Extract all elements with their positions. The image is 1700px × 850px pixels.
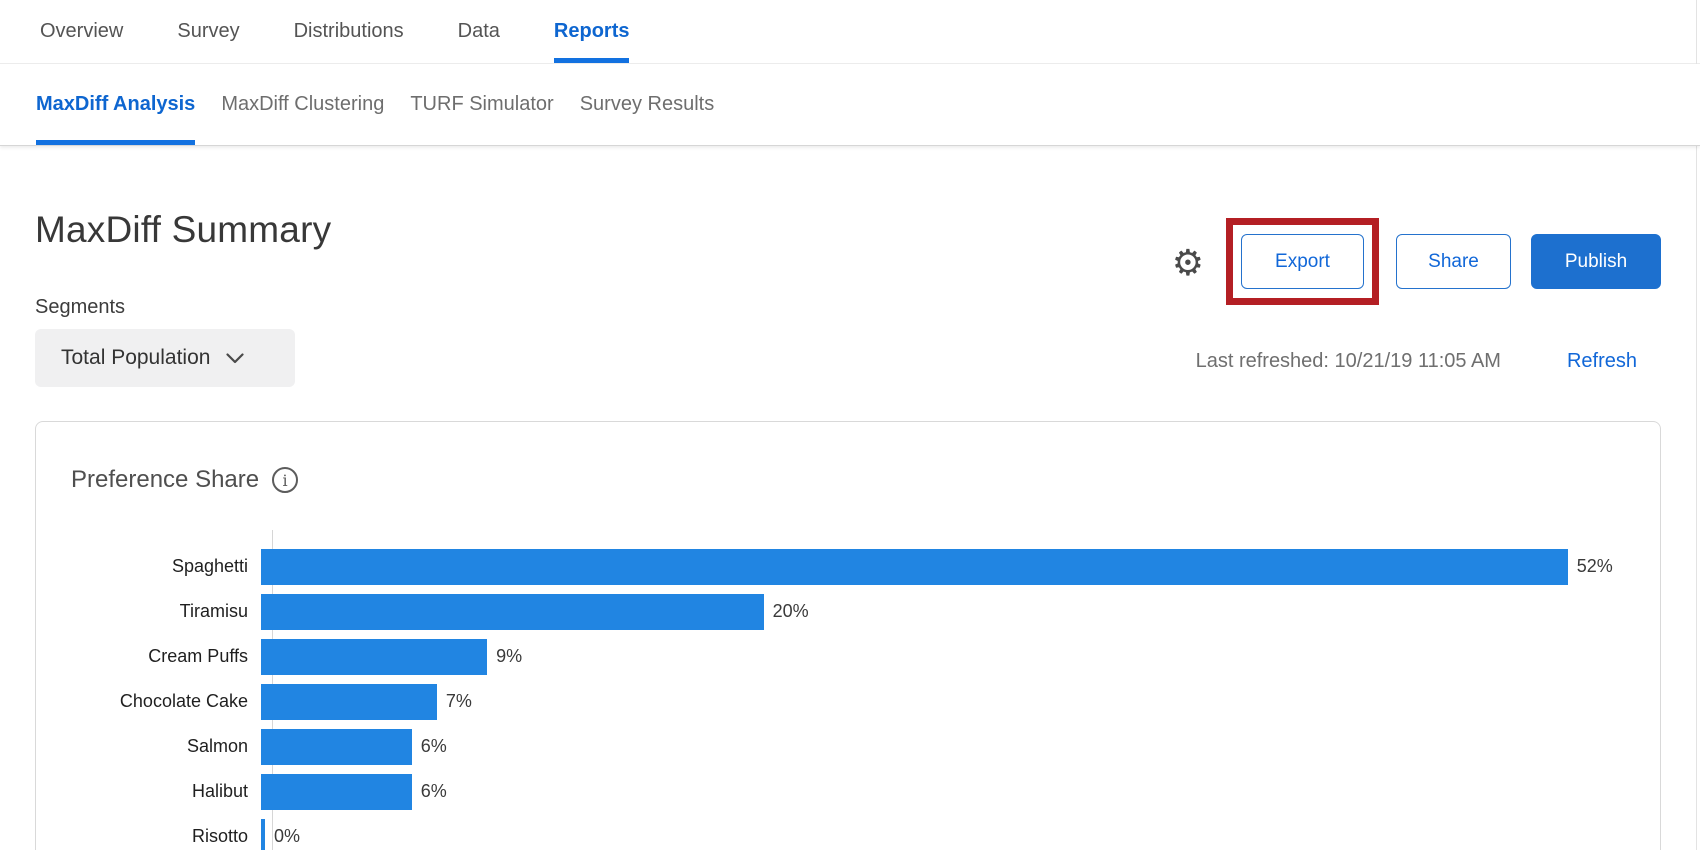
bar-value-label: 7% — [445, 691, 472, 711]
segments-dropdown[interactable]: Total Population — [35, 329, 295, 387]
bar — [261, 773, 412, 810]
bar — [261, 548, 1568, 585]
reports-sub-nav: MaxDiff Analysis MaxDiff Clustering TURF… — [0, 64, 1700, 146]
tab-survey[interactable]: Survey — [177, 0, 239, 63]
card-title: Preference Share — [71, 466, 260, 493]
chevron-down-icon — [226, 352, 245, 363]
chart-row: Chocolate Cake 7% — [71, 679, 1660, 724]
chart-row: Spaghetti 52% — [71, 544, 1660, 589]
segments-block: Segments Total Population — [35, 252, 295, 387]
bar-chart-rows: Spaghetti 52% Tiramisu 20% Cream Puffs 9… — [71, 544, 1660, 850]
settings-gear-icon[interactable]: ⚙ — [1172, 244, 1204, 281]
bar-category-label: Risotto — [191, 826, 248, 846]
refresh-link[interactable]: Refresh — [1567, 350, 1637, 373]
tab-overview[interactable]: Overview — [40, 0, 123, 63]
bar — [261, 818, 265, 850]
report-content: MaxDiff Summary ⚙ Export Share Publish S… — [0, 208, 1700, 850]
card-title-row: Preference Share i — [71, 466, 1660, 494]
tab-reports[interactable]: Reports — [553, 0, 630, 63]
chart-row: Risotto 0% — [71, 814, 1660, 850]
bar-category-label: Spaghetti — [171, 556, 248, 576]
chart-row: Tiramisu 20% — [71, 589, 1660, 634]
bar — [261, 593, 764, 630]
subtab-maxdiff-clustering[interactable]: MaxDiff Clustering — [221, 64, 384, 145]
bar-value-label: 9% — [496, 646, 523, 666]
bar-value-label: 0% — [274, 826, 301, 846]
report-header: MaxDiff Summary ⚙ Export Share Publish — [35, 208, 1661, 305]
last-refreshed-text: Last refreshed: 10/21/19 11:05 AM — [1195, 350, 1501, 372]
bar-category-label: Chocolate Cake — [119, 691, 248, 711]
bar-category-label: Halibut — [191, 781, 248, 801]
bar-value-label: 6% — [420, 781, 447, 801]
bar — [261, 683, 437, 720]
primary-nav: Overview Survey Distributions Data Repor… — [0, 0, 1700, 64]
bar-value-label: 20% — [772, 601, 809, 621]
bar-category-label: Tiramisu — [179, 601, 248, 621]
export-highlight-box: Export — [1226, 218, 1379, 305]
info-icon[interactable]: i — [272, 467, 299, 493]
share-button[interactable]: Share — [1396, 234, 1511, 289]
subtab-maxdiff-analysis[interactable]: MaxDiff Analysis — [36, 64, 196, 145]
chart-row: Salmon 6% — [71, 724, 1660, 769]
bar — [261, 728, 412, 765]
chart-row: Cream Puffs 9% — [71, 634, 1660, 679]
preference-share-chart: Spaghetti 52% Tiramisu 20% Cream Puffs 9… — [71, 530, 1660, 850]
chart-row: Halibut 6% — [71, 769, 1660, 814]
bar-category-label: Salmon — [186, 736, 248, 756]
bar-value-label: 6% — [420, 736, 447, 756]
tab-distributions[interactable]: Distributions — [294, 0, 404, 63]
report-actions: ⚙ Export Share Publish — [1172, 218, 1661, 305]
refresh-status-block: Last refreshed: 10/21/19 11:05 AM Refres… — [1196, 350, 1637, 373]
bar — [261, 638, 488, 675]
preference-share-card: Preference Share i Spaghetti 52% Tiramis… — [35, 421, 1661, 850]
segments-label: Segments — [35, 296, 126, 318]
bar-category-label: Cream Puffs — [148, 646, 248, 666]
publish-button[interactable]: Publish — [1531, 234, 1661, 289]
subtab-turf-simulator[interactable]: TURF Simulator — [410, 64, 553, 145]
export-button[interactable]: Export — [1241, 234, 1364, 289]
segments-selected-value: Total Population — [61, 346, 211, 369]
subtab-survey-results[interactable]: Survey Results — [580, 64, 715, 145]
bar-value-label: 52% — [1576, 556, 1613, 576]
tab-data[interactable]: Data — [458, 0, 500, 63]
